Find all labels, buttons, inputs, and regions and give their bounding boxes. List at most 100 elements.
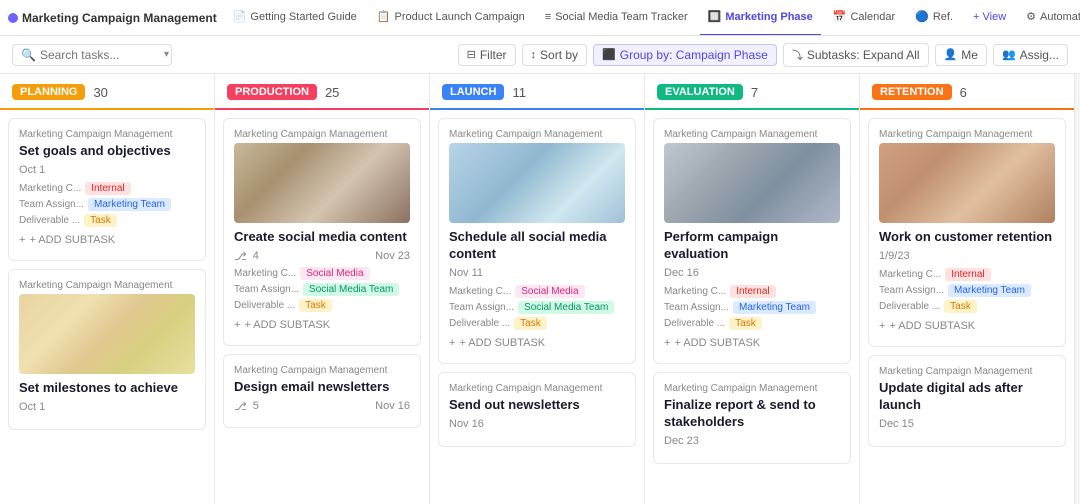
- card-title-pr1: Create social media content: [234, 229, 410, 246]
- plus-icon: +: [19, 234, 25, 246]
- meta-row1-p1: Marketing C... Internal: [19, 182, 195, 195]
- chevron-down-icon: ▾: [164, 49, 169, 60]
- card-date-l1: Nov 11: [449, 267, 625, 279]
- checklist-icon: 📋: [377, 10, 391, 23]
- card-r2[interactable]: Marketing Campaign Management Update dig…: [868, 355, 1066, 447]
- meta-label3-pr1: Deliverable ...: [234, 300, 295, 311]
- card-pr1[interactable]: Marketing Campaign Management Create soc…: [223, 118, 421, 346]
- add-subtask-btn-p1[interactable]: + + ADD SUBTASK: [19, 230, 195, 250]
- meta-label3-r1: Deliverable ...: [879, 301, 940, 312]
- group-button[interactable]: ⬛ Group by: Campaign Phase: [593, 44, 777, 66]
- kanban-board: PLANNING 30 Marketing Campaign Managemen…: [0, 74, 1080, 504]
- subtask-icon: ⎇: [234, 250, 247, 263]
- tab-social-media-tracker[interactable]: ≡ Social Media Team Tracker: [537, 0, 696, 36]
- card-date-r1: 1/9/23: [879, 250, 1055, 262]
- grid-icon: 🔲: [708, 10, 722, 23]
- tab-ref[interactable]: 🔵 Ref.: [907, 0, 961, 36]
- meta-row1-pr1: Marketing C... Social Media: [234, 267, 410, 280]
- person-icon: 👤: [944, 48, 958, 61]
- add-subtask-btn-pr1[interactable]: + + ADD SUBTASK: [234, 315, 410, 335]
- search-input[interactable]: [40, 48, 160, 62]
- meta-label1-p1: Marketing C...: [19, 183, 81, 194]
- column-production: PRODUCTION 25 Marketing Campaign Managem…: [215, 74, 430, 504]
- meta-row3-e1: Deliverable ... Task: [664, 317, 840, 330]
- card-date-p2: Oct 1: [19, 401, 195, 413]
- top-nav: Marketing Campaign Management 📄 Getting …: [0, 0, 1080, 36]
- meta-row3-p1: Deliverable ... Task: [19, 214, 195, 227]
- card-e1[interactable]: Marketing Campaign Management Perform ca…: [653, 118, 851, 364]
- card-date-r2: Dec 15: [879, 418, 1055, 430]
- meta-label1-pr1: Marketing C...: [234, 268, 296, 279]
- add-subtask-btn-l1[interactable]: + + ADD SUBTASK: [449, 333, 625, 353]
- meta-label2-e1: Team Assign...: [664, 302, 729, 313]
- meta-label2-p1: Team Assign...: [19, 199, 84, 210]
- filter-button[interactable]: ⊟ Filter: [458, 44, 516, 66]
- tab-automations[interactable]: ⚙ Automati...: [1018, 0, 1080, 36]
- col-body-retention: Marketing Campaign Management Work on cu…: [860, 110, 1074, 504]
- subtask-count-pr2: ⎇ 5 Nov 16: [234, 400, 410, 413]
- tag-tag-task-p1: Task: [84, 214, 117, 227]
- tab-getting-started[interactable]: 📄 Getting Started Guide: [225, 0, 365, 36]
- card-project-e2: Marketing Campaign Management: [664, 383, 840, 394]
- me-button[interactable]: 👤 Me: [935, 44, 987, 66]
- meta-label3-p1: Deliverable ...: [19, 215, 80, 226]
- plus-icon: +: [664, 337, 670, 349]
- plus-icon: +: [449, 337, 455, 349]
- logo-dot: [8, 13, 18, 23]
- card-project-p2: Marketing Campaign Management: [19, 280, 195, 291]
- tag-tag-social-media-team-pr1: Social Media Team: [303, 283, 399, 296]
- col-header-evaluation: EVALUATION 7: [645, 74, 859, 110]
- card-pr2[interactable]: Marketing Campaign Management Design ema…: [223, 354, 421, 428]
- card-e2[interactable]: Marketing Campaign Management Finalize r…: [653, 372, 851, 464]
- tag-tag-social-media-pr1: Social Media: [300, 267, 369, 280]
- card-p1[interactable]: Marketing Campaign Management Set goals …: [8, 118, 206, 261]
- card-r1[interactable]: Marketing Campaign Management Work on cu…: [868, 118, 1066, 347]
- add-subtask-btn-r1[interactable]: + + ADD SUBTASK: [879, 316, 1055, 336]
- tab-calendar[interactable]: 📅 Calendar: [825, 0, 903, 36]
- meta-row2-r1: Team Assign... Marketing Team: [879, 284, 1055, 297]
- card-title-r2: Update digital ads after launch: [879, 380, 1055, 414]
- column-planning: PLANNING 30 Marketing Campaign Managemen…: [0, 74, 215, 504]
- tag-tag-marketing-team-e1: Marketing Team: [733, 301, 816, 314]
- meta-row2-e1: Team Assign... Marketing Team: [664, 301, 840, 314]
- card-title-l2: Send out newsletters: [449, 397, 625, 414]
- column-evaluation: EVALUATION 7 Marketing Campaign Manageme…: [645, 74, 860, 504]
- card-date-p1: Oct 1: [19, 164, 195, 176]
- group-icon: ⬛: [602, 48, 616, 61]
- subtask-icon: ⎇: [234, 400, 247, 413]
- card-l1[interactable]: Marketing Campaign Management Schedule a…: [438, 118, 636, 364]
- tag-tag-social-media-team-l1: Social Media Team: [518, 301, 614, 314]
- calendar-icon: 📅: [833, 10, 847, 23]
- card-project-pr1: Marketing Campaign Management: [234, 129, 410, 140]
- subtask-count-pr1: ⎇ 4 Nov 23: [234, 250, 410, 263]
- card-title-e1: Perform campaign evaluation: [664, 229, 840, 263]
- add-subtask-btn-e1[interactable]: + + ADD SUBTASK: [664, 333, 840, 353]
- meta-row3-pr1: Deliverable ... Task: [234, 299, 410, 312]
- meta-row1-r1: Marketing C... Internal: [879, 268, 1055, 281]
- meta-row1-e1: Marketing C... Internal: [664, 285, 840, 298]
- list-icon: ≡: [545, 11, 551, 23]
- card-p2[interactable]: Marketing Campaign Management Set milest…: [8, 269, 206, 430]
- search-box[interactable]: 🔍 ▾: [12, 44, 172, 66]
- tab-view-add[interactable]: + View: [965, 0, 1014, 36]
- meta-label2-l1: Team Assign...: [449, 302, 514, 313]
- tag-tag-task-e1: Task: [729, 317, 762, 330]
- col-count-planning: 30: [93, 85, 107, 100]
- subtasks-button[interactable]: ⤵ Subtasks: Expand All: [783, 43, 929, 67]
- col-body-evaluation: Marketing Campaign Management Perform ca…: [645, 110, 859, 504]
- tag-tag-task-l1: Task: [514, 317, 547, 330]
- card-l2[interactable]: Marketing Campaign Management Send out n…: [438, 372, 636, 447]
- tab-product-launch[interactable]: 📋 Product Launch Campaign: [369, 0, 533, 36]
- card-project-l2: Marketing Campaign Management: [449, 383, 625, 394]
- card-date-pr1: Nov 23: [375, 250, 410, 262]
- tab-marketing-phase[interactable]: 🔲 Marketing Phase: [700, 0, 821, 36]
- col-body-launch: Marketing Campaign Management Schedule a…: [430, 110, 644, 504]
- card-image-r1: [879, 143, 1055, 223]
- meta-row3-l1: Deliverable ... Task: [449, 317, 625, 330]
- assignee-button[interactable]: 👥 Assig...: [993, 44, 1068, 66]
- card-title-p2: Set milestones to achieve: [19, 380, 195, 397]
- sort-button[interactable]: ↕ Sort by: [522, 44, 588, 66]
- card-date-e2: Dec 23: [664, 435, 840, 447]
- card-image-pr1: [234, 143, 410, 223]
- subtask-num: 4: [253, 250, 259, 262]
